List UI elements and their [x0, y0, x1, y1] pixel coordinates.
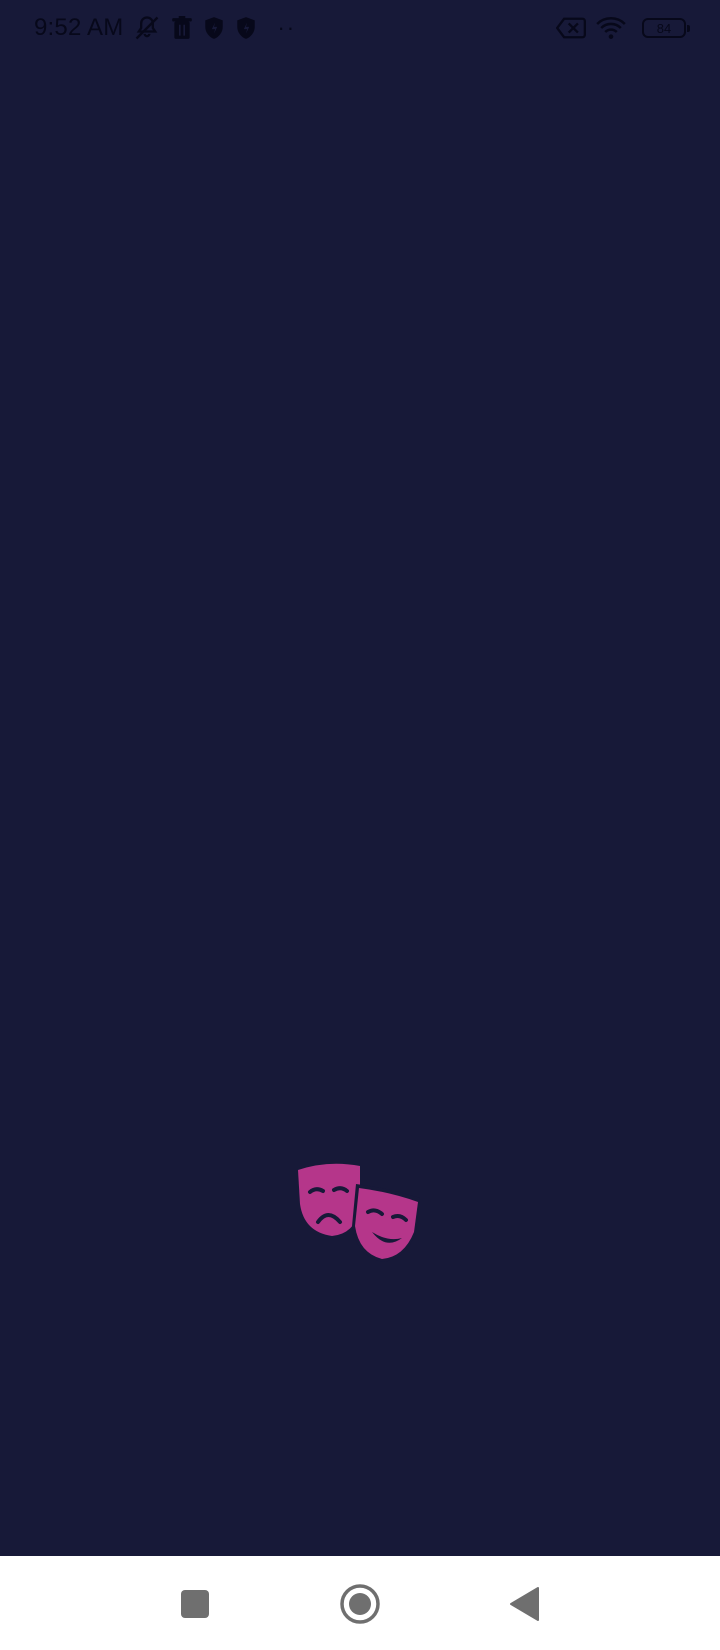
status-time: 9:52 AM: [34, 14, 124, 41]
shield-icon: [235, 16, 257, 40]
back-triangle-icon: [510, 1587, 539, 1621]
mute-icon: [133, 14, 161, 42]
home-circle-icon: [340, 1584, 380, 1624]
more-notifications-icon: ··: [277, 15, 297, 40]
sim-off-icon: [556, 16, 586, 40]
battery-level: 84: [656, 20, 672, 36]
shield-icon: [203, 16, 225, 40]
back-button[interactable]: [494, 1574, 554, 1634]
home-button[interactable]: [330, 1574, 390, 1634]
navigation-bar: [0, 1556, 720, 1650]
status-bar-right: 84: [556, 16, 690, 40]
trash-icon: [171, 16, 193, 40]
status-bar-left: 9:52 AM ··: [34, 14, 296, 42]
app-splash-screen: 9:52 AM ·· 84: [0, 0, 720, 1556]
battery-icon: 84: [642, 18, 690, 38]
theater-masks-icon: [296, 1162, 424, 1264]
recents-button[interactable]: [165, 1574, 225, 1634]
recents-square-icon: [181, 1590, 209, 1618]
wifi-icon: [596, 16, 626, 40]
status-bar: 9:52 AM ·· 84: [0, 0, 720, 56]
